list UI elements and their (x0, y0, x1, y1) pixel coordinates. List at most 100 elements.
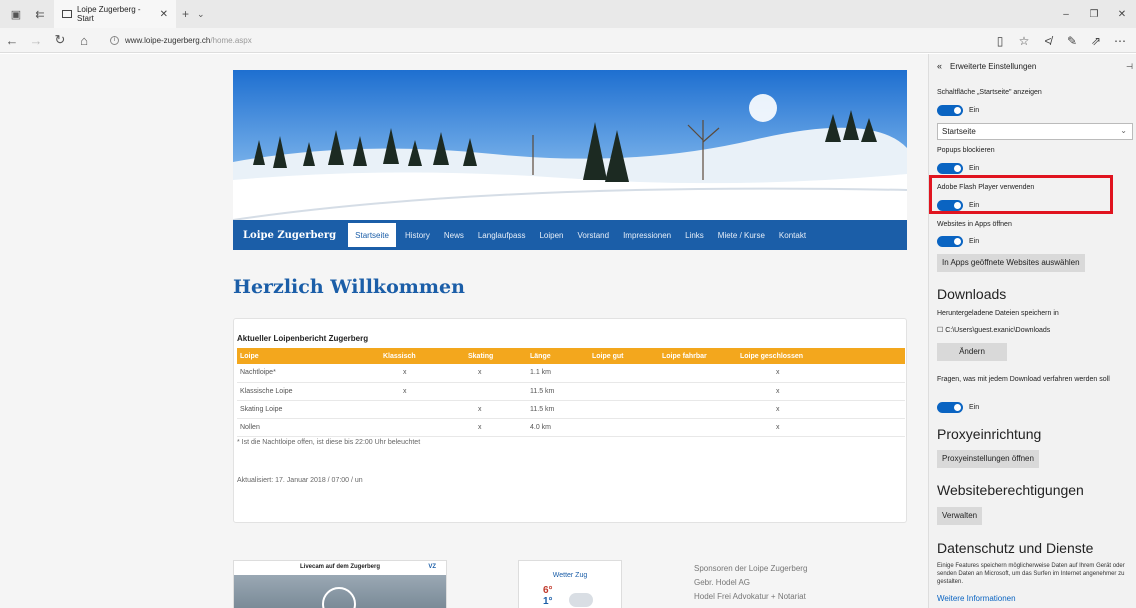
cloud-icon (569, 593, 593, 607)
nav-loipen[interactable]: Loipen (532, 220, 570, 250)
toggle-label: Ein (969, 404, 980, 411)
weather-widget[interactable]: Wetter Zug 6° 1° (518, 560, 622, 608)
nav-links[interactable]: Links (678, 220, 711, 250)
proxy-heading: Proxyeinrichtung (937, 426, 1042, 442)
set-aside-tabs-icon[interactable]: ⇇ (32, 6, 48, 22)
cell (380, 418, 465, 437)
toggle-switch[interactable] (937, 236, 963, 247)
back-icon[interactable]: ← (0, 33, 24, 48)
nav-news[interactable]: News (437, 220, 471, 250)
home-button-toggle[interactable]: Ein (937, 105, 979, 116)
pin-icon[interactable]: ⊣ (1126, 62, 1133, 71)
nav-vorstand[interactable]: Vorstand (570, 220, 616, 250)
site-navigation: Loipe Zugerberg Startseite History News … (233, 220, 907, 250)
cell: 11.5 km (527, 382, 589, 401)
close-tab-icon[interactable]: ✕ (160, 9, 168, 20)
toggle-switch[interactable] (937, 105, 963, 116)
table-row: Nollen x 4.0 km x (237, 418, 905, 437)
toggle-switch[interactable] (937, 402, 963, 413)
popups-label: Popups blockieren (937, 147, 995, 154)
tab-list-icon[interactable]: ▣ (8, 6, 24, 22)
privacy-heading: Datenschutz und Dienste (937, 540, 1094, 556)
cell: x (465, 400, 527, 419)
back-chevron-icon[interactable]: « (937, 61, 942, 71)
cell: 11.5 km (527, 400, 589, 419)
minimize-icon[interactable]: – (1052, 9, 1080, 20)
home-page-select[interactable]: Startseite ⌄ (937, 123, 1133, 140)
weather-title: Wetter Zug (552, 572, 588, 579)
cell: 1.1 km (527, 364, 589, 383)
banner-image (233, 70, 907, 220)
more-info-link[interactable]: Weitere Informationen (937, 594, 1016, 603)
cell (659, 364, 737, 383)
ask-download-toggle[interactable]: Ein (937, 402, 979, 413)
manage-button[interactable]: Verwalten (937, 507, 983, 525)
report-title: Aktueller Loipenbericht Zugerberg (237, 334, 369, 343)
temp-high: 6° (543, 585, 553, 596)
cell: Skating Loipe (237, 400, 380, 419)
proxy-button[interactable]: Proxyeinstellungen öffnen (937, 450, 1039, 468)
browser-tab[interactable]: Loipe Zugerberg - Start ✕ (54, 0, 176, 28)
toggle-switch[interactable] (937, 163, 963, 174)
apps-toggle[interactable]: Ein (937, 236, 979, 247)
livecam-widget[interactable]: Livecam auf dem Zugerberg VZ (233, 560, 447, 608)
nav-kontakt[interactable]: Kontakt (772, 220, 813, 250)
url-path: /home.aspx (210, 35, 252, 45)
web-note-icon[interactable]: ✎ (1060, 34, 1084, 48)
select-apps-button[interactable]: In Apps geöffnete Websites auswählen (937, 254, 1085, 272)
window-close-icon[interactable]: ✕ (1108, 9, 1136, 20)
col-header: Länge (527, 348, 589, 364)
tab-preview-chevron-icon[interactable]: ⌄ (197, 9, 205, 20)
cell (589, 418, 659, 437)
panel-title: Erweiterte Einstellungen (950, 61, 1037, 71)
change-button[interactable]: Ändern (937, 343, 1007, 361)
cell (659, 400, 737, 419)
nav-miete-kurse[interactable]: Miete / Kurse (711, 220, 772, 250)
col-header: Loipe fahrbar (659, 348, 737, 364)
permissions-heading: Websiteberechtigungen (937, 482, 1084, 498)
sponsor-item[interactable]: Gebr. Hodel AG (694, 578, 807, 587)
cell (380, 400, 465, 419)
favorites-hub-icon[interactable]: ≮ (1036, 34, 1060, 48)
nav-history[interactable]: History (398, 220, 437, 250)
vz-logo: VZ (428, 564, 436, 570)
downloads-path-row: ☐ C:\Users\guest.exanic\Downloads (937, 326, 1050, 334)
home-icon[interactable]: ⌂ (72, 33, 96, 48)
cell (465, 382, 527, 401)
new-tab-icon[interactable]: + (182, 7, 189, 21)
downloads-label: Heruntergeladene Dateien speichern in (937, 310, 1059, 317)
cell (589, 400, 659, 419)
share-icon[interactable]: ⇗ (1084, 34, 1108, 48)
chevron-down-icon: ⌄ (1120, 126, 1127, 135)
panel-header: « Erweiterte Einstellungen ⊣ (937, 61, 1133, 71)
restore-icon[interactable]: ❐ (1080, 9, 1108, 20)
flash-highlight-box (929, 175, 1113, 214)
popups-toggle[interactable]: Ein (937, 163, 979, 174)
cell (659, 382, 737, 401)
forward-icon[interactable]: → (24, 33, 48, 48)
toggle-label: Ein (969, 238, 980, 245)
title-bar: ▣ ⇇ Loipe Zugerberg - Start ✕ + ⌄ – ❐ ✕ (0, 0, 1136, 28)
nav-langlaufpass[interactable]: Langlaufpass (471, 220, 533, 250)
sponsor-item[interactable]: Hodel Frei Advokatur + Notariat (694, 592, 807, 601)
site-brand[interactable]: Loipe Zugerberg (233, 230, 346, 241)
page-favicon-icon (62, 10, 72, 18)
col-header: Loipe (237, 348, 380, 364)
reading-view-icon[interactable]: ▯ (988, 34, 1012, 48)
trail-table: Loipe Klassisch Skating Länge Loipe gut … (237, 348, 905, 437)
nav-startseite[interactable]: Startseite (348, 223, 396, 247)
refresh-icon[interactable]: ↻ (48, 32, 72, 48)
favorite-star-icon[interactable]: ☆ (1012, 34, 1036, 48)
trail-report-card: Aktueller Loipenbericht Zugerberg Loipe … (233, 318, 907, 523)
toolbar-right: ▯ ☆ ≮ ✎ ⇗ ⋯ (988, 28, 1132, 53)
nav-impressionen[interactable]: Impressionen (616, 220, 678, 250)
cell: x (465, 418, 527, 437)
ask-download-label: Fragen, was mit jedem Download verfahren… (937, 376, 1110, 383)
toggle-label: Ein (969, 107, 980, 114)
more-menu-icon[interactable]: ⋯ (1108, 34, 1132, 48)
col-header: Klassisch (380, 348, 465, 364)
table-row: Klassische Loipe x 11.5 km x (237, 382, 905, 401)
address-field[interactable]: i www.loipe-zugerberg.ch/home.aspx (110, 35, 252, 45)
col-header: Skating (465, 348, 527, 364)
site-info-icon[interactable]: i (110, 35, 119, 45)
